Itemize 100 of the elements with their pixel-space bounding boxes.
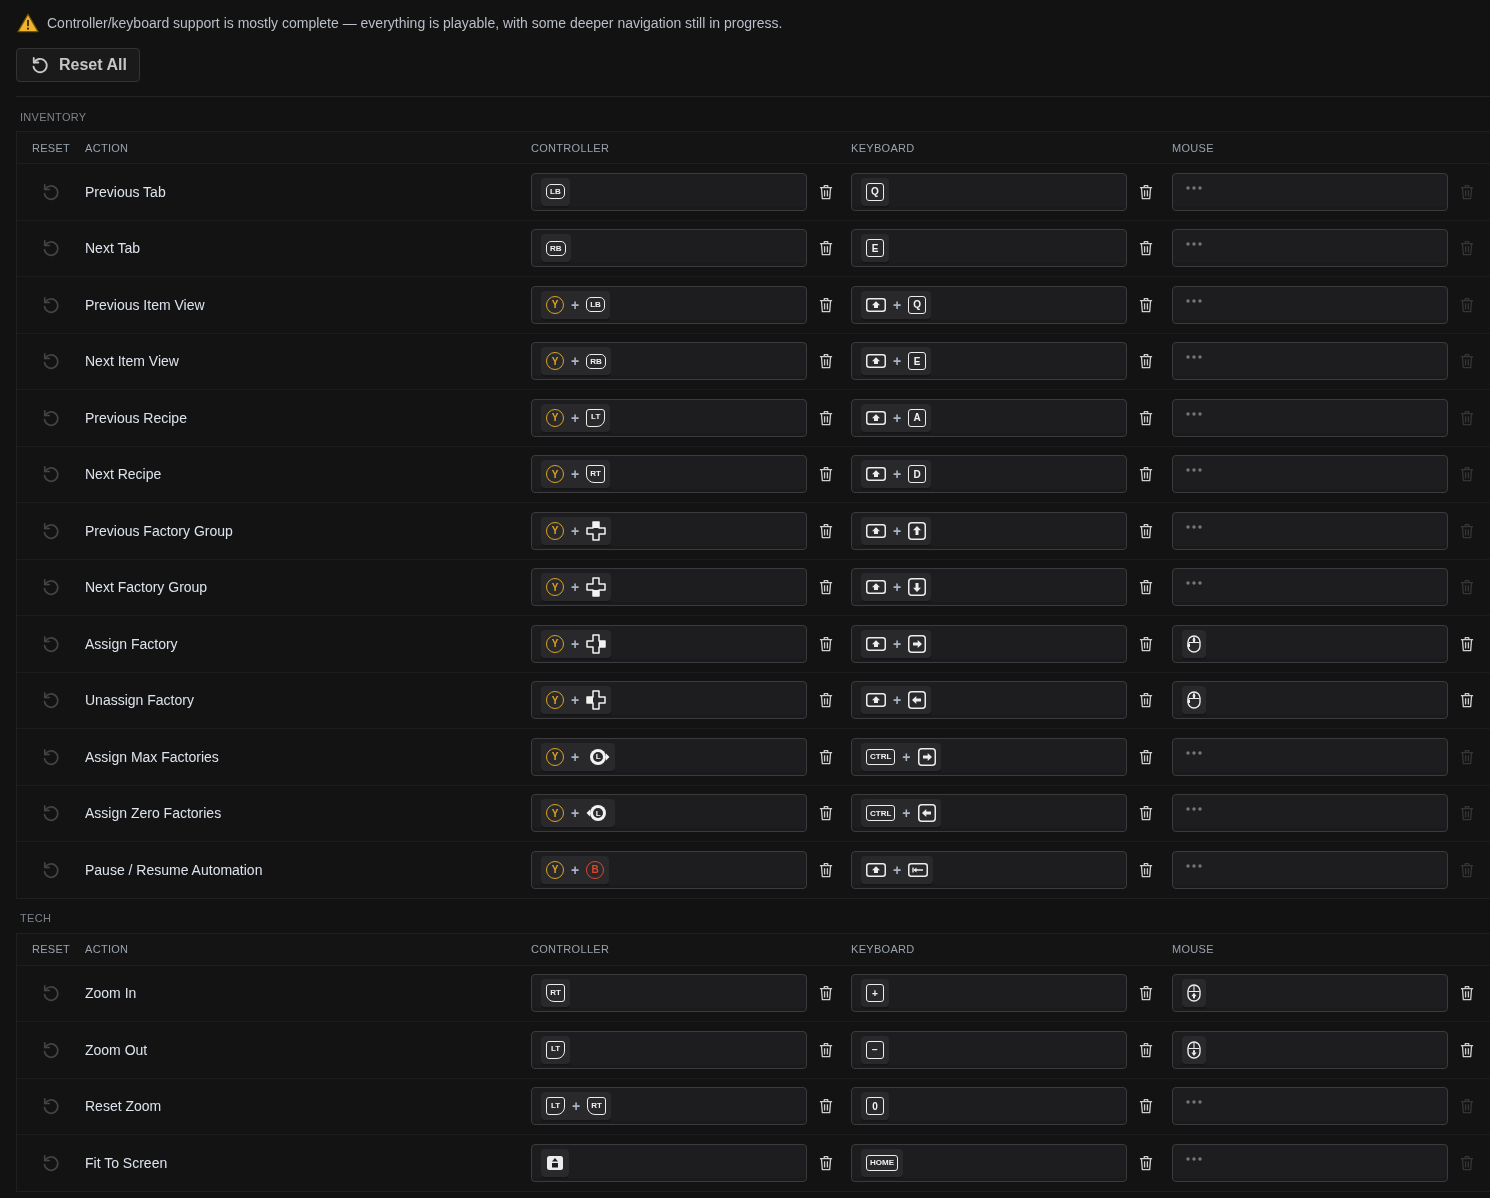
trash-icon[interactable] [1139,1040,1153,1059]
reset-icon[interactable] [41,407,61,428]
trash-icon[interactable] [819,747,833,766]
binding-field[interactable] [1172,285,1448,324]
binding-field[interactable]: Y + RT [531,455,807,494]
trash-icon[interactable] [1139,408,1153,427]
trash-icon[interactable] [1139,521,1153,540]
trash-icon[interactable] [1139,352,1153,371]
binding-field[interactable]: E [851,229,1127,268]
binding-field[interactable] [1172,794,1448,833]
trash-icon[interactable] [819,352,833,371]
reset-icon[interactable] [41,633,61,654]
binding-field[interactable]: + [851,850,1127,889]
reset-icon[interactable] [41,181,61,202]
binding-field[interactable] [1172,1143,1448,1182]
binding-field[interactable]: RT [531,974,807,1013]
reset-icon[interactable] [41,351,61,372]
binding-field[interactable] [1172,624,1448,663]
trash-icon[interactable] [819,860,833,879]
binding-field[interactable]: Y + [531,681,807,720]
binding-field[interactable] [1172,455,1448,494]
binding-field[interactable]: LB [531,172,807,211]
reset-icon[interactable] [41,294,61,315]
binding-field[interactable]: + Q [851,285,1127,324]
reset-all-button[interactable]: Reset All [16,48,140,82]
trash-icon[interactable] [1139,1097,1153,1116]
binding-field[interactable]: Y + L [531,737,807,776]
reset-icon[interactable] [41,238,61,259]
binding-field[interactable]: + [851,624,1127,663]
binding-field[interactable]: CTRL + [851,794,1127,833]
binding-field[interactable]: + E [851,342,1127,381]
trash-icon[interactable] [1139,578,1153,597]
trash-icon[interactable] [819,239,833,258]
reset-icon[interactable] [41,520,61,541]
reset-icon[interactable] [41,1152,61,1173]
binding-field[interactable]: + [851,681,1127,720]
trash-icon[interactable] [819,1153,833,1172]
reset-icon[interactable] [41,1096,61,1117]
reset-icon[interactable] [41,746,61,767]
trash-icon[interactable] [1139,295,1153,314]
binding-field[interactable] [531,1143,807,1182]
binding-field[interactable]: Q [851,172,1127,211]
binding-field[interactable] [1172,681,1448,720]
binding-field[interactable]: + [851,974,1127,1013]
binding-field[interactable] [1172,568,1448,607]
binding-field[interactable]: Y + [531,624,807,663]
binding-field[interactable]: Y + B [531,850,807,889]
trash-icon[interactable] [819,1040,833,1059]
binding-field[interactable] [1172,342,1448,381]
trash-icon[interactable] [819,182,833,201]
binding-field[interactable]: HOME [851,1143,1127,1182]
trash-icon[interactable] [819,804,833,823]
reset-icon[interactable] [41,577,61,598]
trash-icon[interactable] [819,521,833,540]
trash-icon[interactable] [1139,182,1153,201]
trash-icon[interactable] [1460,1040,1474,1059]
trash-icon[interactable] [1139,804,1153,823]
binding-field[interactable] [1172,511,1448,550]
binding-field[interactable]: RB [531,229,807,268]
binding-field[interactable]: + D [851,455,1127,494]
binding-field[interactable]: + A [851,398,1127,437]
trash-icon[interactable] [819,634,833,653]
binding-field[interactable] [1172,172,1448,211]
binding-field[interactable]: Y + L [531,794,807,833]
reset-icon[interactable] [41,690,61,711]
binding-field[interactable]: Y + LT [531,398,807,437]
reset-icon[interactable] [41,859,61,880]
trash-icon[interactable] [1139,239,1153,258]
trash-icon[interactable] [1460,634,1474,653]
binding-field[interactable] [1172,1030,1448,1069]
binding-field[interactable] [1172,1087,1448,1126]
binding-field[interactable]: LT [531,1030,807,1069]
binding-field[interactable] [1172,229,1448,268]
binding-field[interactable]: Y + RB [531,342,807,381]
trash-icon[interactable] [1139,465,1153,484]
reset-icon[interactable] [41,1039,61,1060]
binding-field[interactable] [1172,737,1448,776]
trash-icon[interactable] [819,465,833,484]
trash-icon[interactable] [819,1097,833,1116]
trash-icon[interactable] [1139,860,1153,879]
binding-field[interactable]: CTRL + [851,737,1127,776]
trash-icon[interactable] [1139,634,1153,653]
trash-icon[interactable] [1139,1153,1153,1172]
reset-icon[interactable] [41,983,61,1004]
trash-icon[interactable] [1139,747,1153,766]
binding-field[interactable]: 0 [851,1087,1127,1126]
binding-field[interactable]: LT + RT [531,1087,807,1126]
trash-icon[interactable] [819,578,833,597]
trash-icon[interactable] [1139,984,1153,1003]
trash-icon[interactable] [1460,984,1474,1003]
trash-icon[interactable] [819,691,833,710]
trash-icon[interactable] [1460,691,1474,710]
binding-field[interactable]: − [851,1030,1127,1069]
trash-icon[interactable] [819,984,833,1003]
binding-field[interactable]: Y + [531,568,807,607]
binding-field[interactable] [1172,850,1448,889]
trash-icon[interactable] [1139,691,1153,710]
binding-field[interactable]: Y + LB [531,285,807,324]
binding-field[interactable] [1172,398,1448,437]
reset-icon[interactable] [41,803,61,824]
